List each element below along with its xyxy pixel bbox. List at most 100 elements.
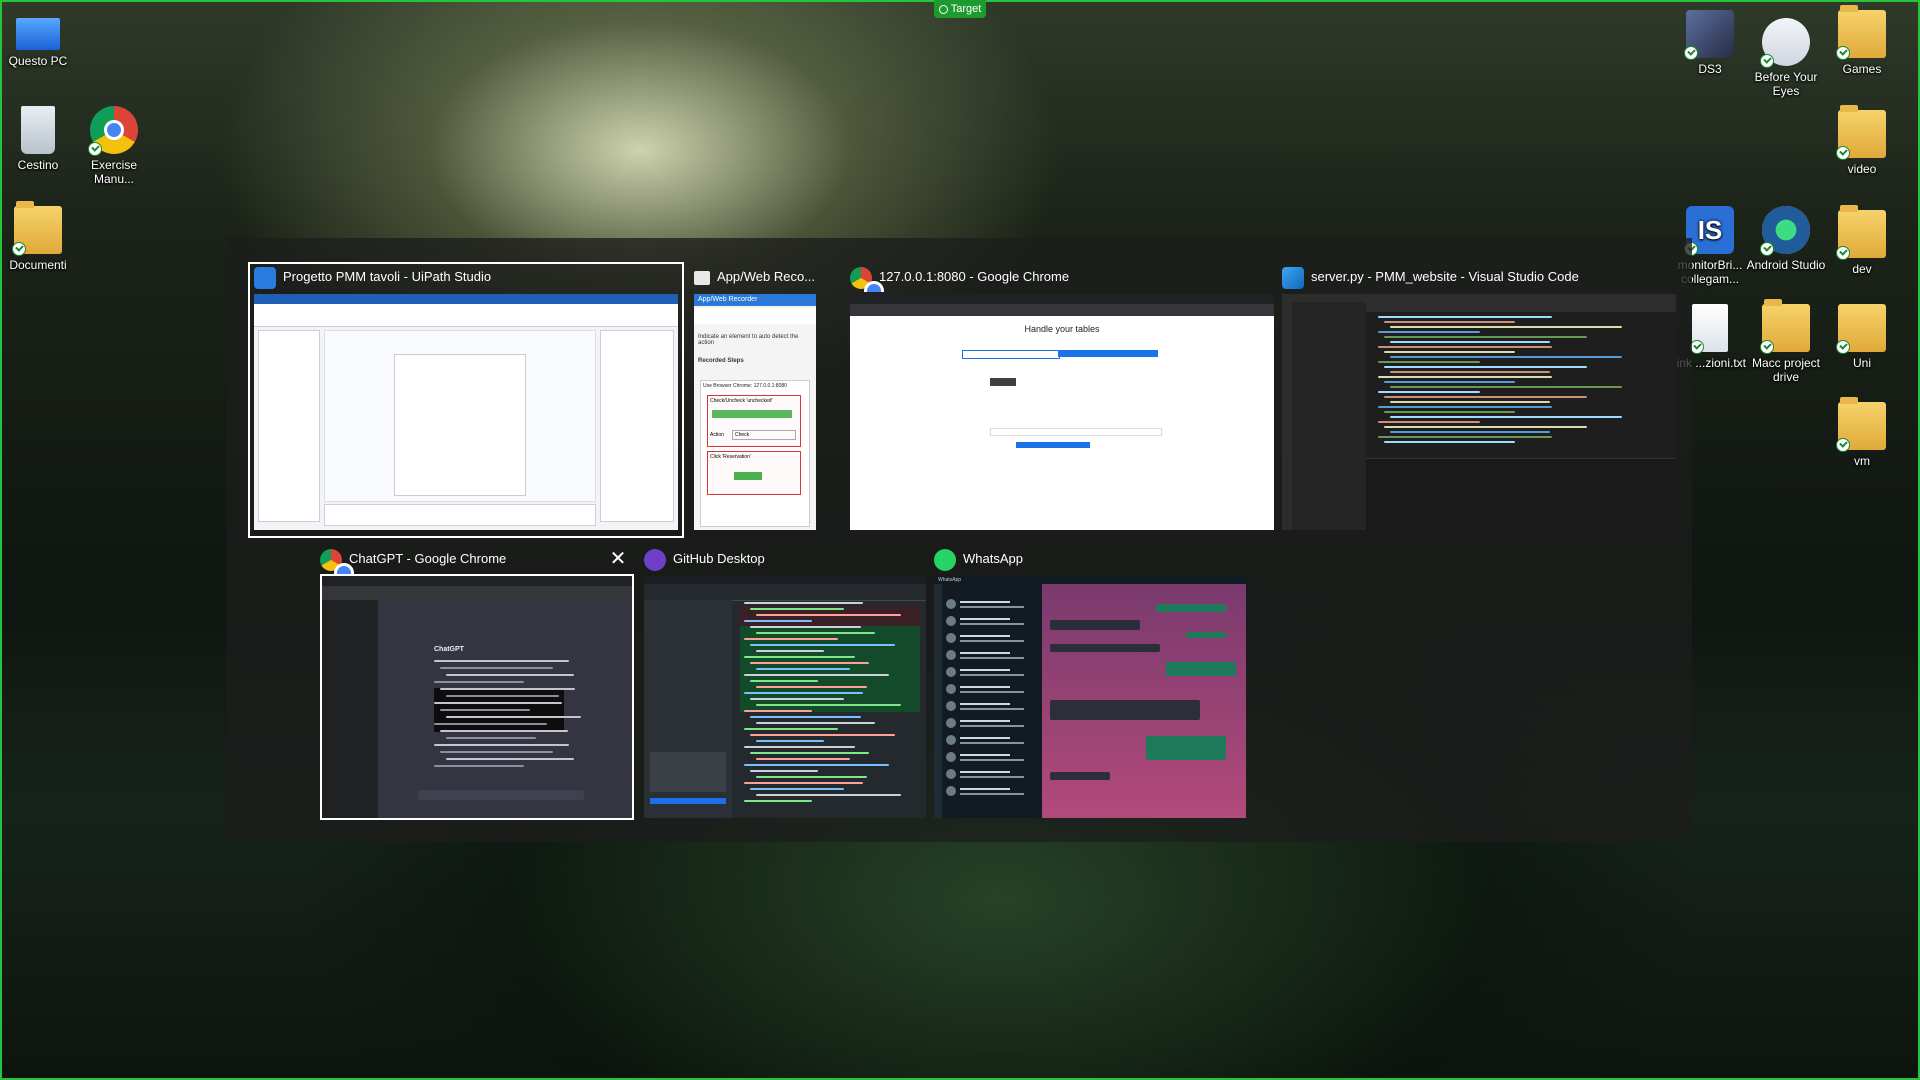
message-bubble — [1156, 604, 1226, 612]
folder-icon — [1836, 5, 1886, 60]
recorder-hint: Indicate an element to auto detect the a… — [698, 334, 799, 346]
chat-row — [946, 751, 1038, 763]
chat-text-line — [434, 765, 524, 767]
task-view-window-uipath[interactable]: Progetto PMM tavoli - UiPath Studio — [248, 262, 684, 538]
avatar — [946, 667, 956, 677]
sync-status-icon — [1836, 46, 1850, 60]
vscode-explorer — [1292, 302, 1366, 530]
code-line — [1384, 441, 1515, 443]
diff-line — [750, 680, 818, 682]
sync-status-icon — [1836, 438, 1850, 452]
diff-line — [744, 674, 889, 676]
window-title: server.py - PMM_website - Visual Studio … — [1282, 262, 1674, 292]
desktop-icon-uni[interactable]: Uni — [1820, 304, 1904, 370]
diff-line — [744, 620, 812, 622]
desktop-icon-vm[interactable]: vm — [1820, 397, 1904, 468]
folder-icon — [1836, 105, 1886, 160]
whatsapp-titlebar: WhatsApp — [934, 576, 1246, 584]
installshield-icon: IS — [1684, 206, 1734, 256]
chat-text-line — [446, 695, 559, 697]
chat-row — [946, 785, 1038, 797]
chat-preview-line — [960, 691, 1024, 693]
desktop-icon-before-your-eyes[interactable]: Before Your Eyes — [1744, 18, 1828, 98]
desktop-icon-label: Uni — [1852, 356, 1871, 370]
task-view-window-recorder[interactable]: App/Web Reco... App/Web Recorder Indicat… — [694, 262, 816, 538]
avatar — [946, 718, 956, 728]
code-line — [1378, 316, 1552, 318]
window-title-text: ChatGPT - Google Chrome — [349, 551, 507, 566]
recorder-action-select: Check — [732, 430, 796, 440]
window-title: ChatGPT - Google Chrome — [320, 544, 600, 574]
ribbon-tabs — [254, 294, 678, 304]
chat-text-line — [446, 758, 574, 760]
sync-status-icon — [12, 242, 26, 256]
task-view-window-chatgpt[interactable]: ChatGPT - Google Chrome ✕ ChatGPT — [320, 544, 634, 828]
pc-icon — [16, 18, 60, 50]
avatar — [946, 599, 956, 609]
diff-line — [756, 686, 867, 688]
desktop-icon-games[interactable]: Games — [1820, 5, 1904, 76]
code-line — [1390, 401, 1550, 403]
diff-line — [750, 716, 861, 718]
chat-name-line — [960, 669, 1010, 671]
desktop-icon-questo-pc[interactable]: Questo PC — [0, 10, 80, 68]
message-bubble — [1050, 700, 1200, 720]
diff-line — [756, 614, 901, 616]
desktop-icon-exercise-manu[interactable]: Exercise Manu... — [72, 106, 156, 186]
sync-status-icon — [1684, 46, 1698, 60]
chat-name-line — [960, 635, 1010, 637]
close-window-button[interactable]: ✕ — [606, 547, 630, 571]
desktop-icon-label: Games — [1842, 62, 1882, 76]
task-view-window-chrome-localhost[interactable]: 127.0.0.1:8080 - Google Chrome Handle yo… — [850, 262, 1274, 538]
diff-line — [744, 710, 812, 712]
code-line — [1378, 346, 1552, 348]
avatar — [946, 752, 956, 762]
shield-icon — [1760, 18, 1810, 68]
github-icon — [644, 548, 666, 571]
github-toolbar — [644, 584, 926, 601]
chat-preview-line — [960, 674, 1024, 676]
whatsapp-icon — [934, 548, 956, 571]
task-view-window-github[interactable]: GitHub Desktop — [644, 544, 926, 828]
task-view-window-whatsapp[interactable]: WhatsApp WhatsApp — [934, 544, 1246, 828]
chat-row — [946, 666, 1038, 678]
window-thumbnail: ChatGPT — [320, 574, 634, 820]
chrome-icon — [850, 266, 884, 292]
properties-panel — [600, 330, 674, 522]
desktop-icon-ds3[interactable]: DS3 — [1668, 10, 1752, 76]
page-select — [990, 378, 1016, 386]
desktop-icon-label: Documenti — [9, 258, 67, 272]
diff-line — [744, 602, 863, 604]
desktop-icon-android-studio[interactable]: Android Studio — [1744, 206, 1828, 272]
desktop-icon-video[interactable]: video — [1820, 105, 1904, 176]
window-title: GitHub Desktop — [644, 544, 924, 574]
message-bubble — [1050, 772, 1110, 780]
recorder-icon — [694, 270, 710, 285]
window-title: App/Web Reco... — [694, 262, 816, 292]
window-thumbnail — [644, 576, 926, 818]
chat-preview-line — [960, 759, 1024, 761]
uipath-icon — [254, 266, 276, 289]
chat-text-line — [440, 688, 575, 690]
message-bubble — [1186, 632, 1226, 638]
page-heading: Handle your tables — [1024, 324, 1100, 334]
diff-line — [756, 794, 901, 796]
chat-name-line — [960, 720, 1010, 722]
diff-line — [744, 728, 838, 730]
chat-text-line — [440, 730, 568, 732]
desktop-icon-macc-project-drive[interactable]: Macc project drive — [1744, 299, 1828, 384]
desktop-icon-label: Questo PC — [8, 54, 68, 68]
sync-status-icon — [88, 142, 102, 156]
desktop-icon-dev[interactable]: dev — [1820, 205, 1904, 276]
code-line — [1384, 396, 1587, 398]
task-view-window-vscode[interactable]: server.py - PMM_website - Visual Studio … — [1282, 262, 1676, 538]
message-bubble — [1166, 662, 1236, 676]
desktop-icon-documenti[interactable]: Documenti — [0, 201, 80, 272]
recorder-step-preview — [734, 472, 762, 480]
android-studio-icon — [1760, 206, 1810, 256]
chrome-icon — [88, 106, 138, 156]
recorder-step-preview — [712, 410, 792, 418]
message-bubble — [1146, 736, 1226, 760]
desktop-icon-cestino[interactable]: Cestino — [0, 106, 80, 172]
page-tab-a — [962, 350, 1060, 359]
